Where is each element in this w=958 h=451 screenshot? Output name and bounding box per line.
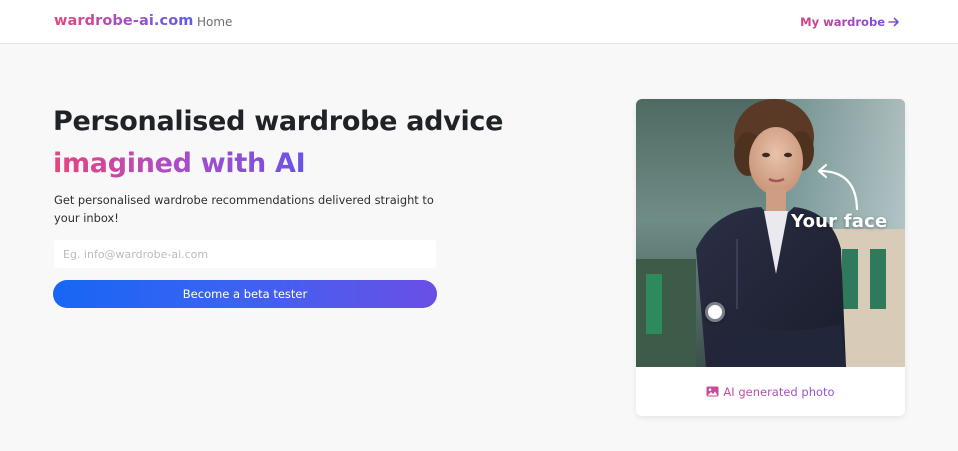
become-beta-tester-button[interactable]: Become a beta tester <box>53 280 437 308</box>
caption-label: AI generated photo <box>723 384 835 399</box>
top-nav: wardrobe-ai.com Home My wardrobe <box>0 0 958 44</box>
arrow-right-icon <box>888 17 899 27</box>
ai-photo-card: Your face AI generated photo <box>636 99 905 416</box>
your-face-label: Your face <box>791 211 888 232</box>
hero-subtitle: imagined with AI <box>53 148 306 179</box>
hero-title: Personalised wardrobe advice <box>53 106 504 137</box>
slider-handle[interactable] <box>705 302 725 322</box>
email-input[interactable] <box>54 240 436 268</box>
curved-arrow-icon <box>817 163 859 211</box>
my-wardrobe-link[interactable]: My wardrobe <box>800 15 900 29</box>
ai-generated-photo: Your face <box>636 99 905 367</box>
hero-description: Get personalised wardrobe recommendation… <box>54 193 434 225</box>
photo-caption: AI generated photo <box>636 367 905 416</box>
my-wardrobe-label: My wardrobe <box>800 15 885 29</box>
image-icon <box>706 386 719 397</box>
nav-home-link[interactable]: Home <box>197 15 232 29</box>
brand-logo[interactable]: wardrobe-ai.com <box>54 13 193 29</box>
